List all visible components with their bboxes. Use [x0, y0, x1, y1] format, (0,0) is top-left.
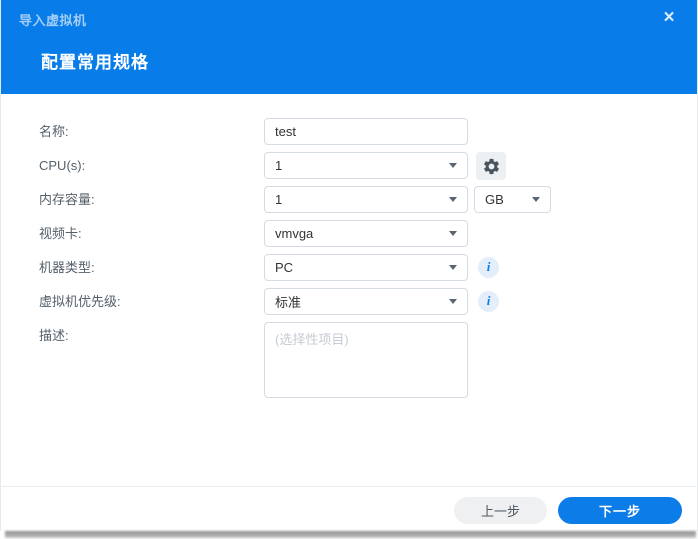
description-textarea[interactable]	[264, 322, 468, 398]
chevron-down-icon	[449, 197, 457, 202]
close-icon[interactable]: ×	[657, 6, 681, 30]
memory-unit-select[interactable]: GB	[474, 186, 551, 213]
gear-icon	[483, 158, 499, 174]
cpu-select-value: 1	[275, 158, 283, 173]
machine-type-select[interactable]: PC	[264, 254, 468, 281]
dialog-header: 导入虚拟机 × 配置常用规格	[1, 0, 697, 94]
cpu-label: CPU(s):	[39, 158, 86, 173]
video-card-select[interactable]: vmvga	[264, 220, 468, 247]
memory-label: 内存容量:	[39, 192, 95, 207]
chevron-down-icon	[449, 163, 457, 168]
chevron-down-icon	[449, 231, 457, 236]
description-label: 描述:	[39, 328, 69, 343]
footer-divider	[2, 486, 696, 487]
memory-select-value: 1	[275, 192, 283, 207]
machine-type-select-value: PC	[275, 260, 294, 275]
dialog-shadow	[5, 531, 696, 538]
chevron-down-icon	[449, 299, 457, 304]
memory-unit-value: GB	[485, 192, 504, 207]
name-label: 名称:	[39, 124, 69, 139]
next-button[interactable]: 下一步	[558, 497, 682, 524]
vm-priority-select-value: 标准	[275, 295, 302, 310]
memory-select[interactable]: 1	[264, 186, 468, 213]
page-title: 配置常用规格	[41, 53, 149, 72]
cpu-settings-button[interactable]	[476, 152, 506, 180]
video-card-label: 视频卡:	[39, 226, 82, 241]
screen: 导入虚拟机 × 配置常用规格 名称: CPU(s): 1 内存容量: 1 GB	[0, 0, 698, 539]
window-title: 导入虚拟机	[19, 13, 87, 28]
info-icon[interactable]: i	[478, 291, 499, 312]
vm-priority-select[interactable]: 标准	[264, 288, 468, 315]
import-vm-dialog: 导入虚拟机 × 配置常用规格 名称: CPU(s): 1 内存容量: 1 GB	[0, 0, 698, 531]
chevron-down-icon	[532, 197, 540, 202]
video-card-select-value: vmvga	[275, 226, 314, 241]
info-icon[interactable]: i	[478, 257, 499, 278]
vm-priority-label: 虚拟机优先级:	[39, 294, 121, 309]
back-button[interactable]: 上一步	[454, 497, 547, 524]
machine-type-label: 机器类型:	[39, 260, 95, 275]
chevron-down-icon	[449, 265, 457, 270]
cpu-select[interactable]: 1	[264, 152, 468, 179]
name-input[interactable]	[264, 118, 468, 145]
